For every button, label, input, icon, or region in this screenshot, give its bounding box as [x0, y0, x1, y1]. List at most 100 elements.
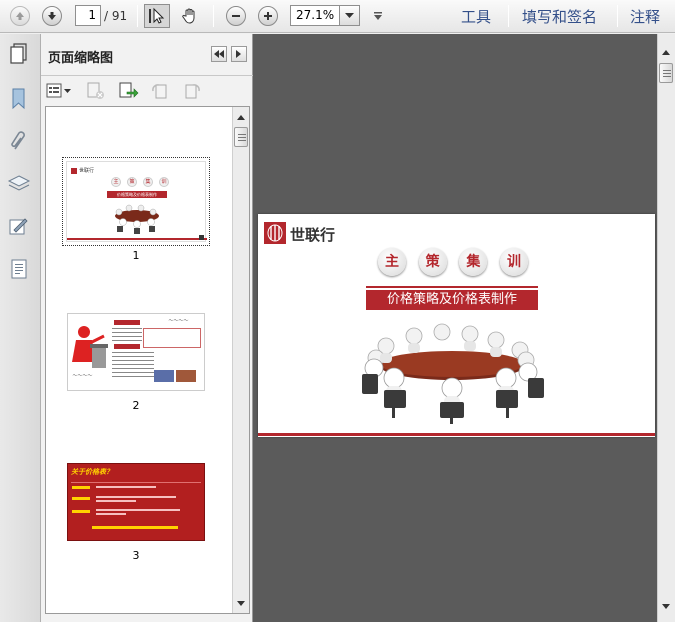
layers-button[interactable]: [6, 171, 32, 197]
signatures-button[interactable]: [6, 214, 32, 240]
rotate-left-button[interactable]: [149, 81, 171, 101]
doc-scroll-down-button[interactable]: [658, 598, 674, 614]
zoom-out-button[interactable]: [224, 4, 248, 28]
document-scrollbar[interactable]: [657, 34, 675, 622]
title-char: 主: [378, 248, 406, 276]
attachment-icon: [11, 131, 25, 150]
main-toolbar: 1 / 91 27.1% 工具 填写和签名 注释: [0, 0, 675, 33]
content-button[interactable]: [6, 256, 32, 282]
thumb-resize-handle[interactable]: [199, 235, 204, 240]
thumbnail-page-3[interactable]: 关于价格表？: [67, 463, 205, 541]
zoom-input[interactable]: 27.1%: [290, 5, 340, 26]
page-thumbnails-icon: [10, 43, 27, 64]
zoom-dropdown-button[interactable]: [340, 5, 360, 26]
slide-title: 主 策 集 训: [378, 248, 528, 278]
toolbar-options-button[interactable]: [366, 4, 390, 28]
next-page-icon: [42, 6, 62, 26]
thumb2-photo: [154, 370, 174, 382]
thumb-logo-text: 世联行: [79, 168, 95, 174]
signature-icon: [9, 218, 28, 235]
select-tool-icon: [149, 7, 165, 24]
rotate-right-icon: [185, 84, 200, 99]
list-options-icon: [46, 83, 71, 98]
select-tool-button[interactable]: [144, 4, 170, 28]
zoom-in-icon: [258, 6, 278, 26]
toolbar-separator: [508, 5, 509, 27]
meeting-table-illustration: [362, 323, 544, 424]
thumbnail-page-1[interactable]: 世联行 主 策 集 训 价格策略及价格表制作: [62, 157, 210, 246]
panel-header: 页面缩略图: [41, 34, 253, 76]
thumb-title-char: 训: [159, 177, 169, 187]
thumbnail-list: 世联行 主 策 集 训 价格策略及价格表制作 1 〜〜〜〜 〜〜〜〜 2 关于价…: [45, 106, 250, 614]
scroll-thumb[interactable]: [234, 127, 248, 147]
options-arrow-icon: [374, 12, 382, 20]
toolbar-separator: [137, 5, 138, 27]
scroll-up-button[interactable]: [233, 109, 249, 125]
arrow-up-icon: [662, 49, 670, 55]
title-char: 集: [459, 248, 488, 276]
slide-subtitle: 价格策略及价格表制作: [366, 290, 538, 310]
arrow-up-icon: [237, 114, 245, 120]
prev-page-icon: [10, 6, 30, 26]
thumbnails-panel: 页面缩略图 世联行 主 策 集 训 价格策略及价格表制作 1 〜〜〜〜 〜〜〜〜…: [41, 34, 253, 622]
hand-tool-icon: [182, 8, 195, 24]
attachments-button[interactable]: [6, 128, 32, 154]
arrow-down-icon: [662, 603, 670, 609]
current-page: 世联行 主 策 集 训 价格策略及价格表制作: [258, 214, 655, 437]
thumbnail-label: 1: [132, 249, 140, 262]
page-total-label: / 91: [104, 9, 128, 23]
bookmark-icon: [12, 88, 25, 110]
thumb2-box: [143, 328, 201, 348]
title-char: 训: [499, 248, 528, 276]
logo-text: 世联行: [290, 226, 336, 244]
logo-icon: [264, 222, 286, 244]
thumb-footer-line: [67, 238, 207, 240]
navigation-strip: [0, 34, 41, 622]
thumb2-text-block: [112, 328, 142, 344]
thumbnail-page-2[interactable]: 〜〜〜〜 〜〜〜〜: [67, 313, 205, 391]
slide-footer-line: [258, 433, 655, 436]
page-number-input[interactable]: 1: [75, 5, 101, 26]
collapse-panel-button[interactable]: [211, 46, 227, 62]
fill-sign-menu[interactable]: 填写和签名: [522, 6, 597, 27]
scroll-down-button[interactable]: [233, 595, 249, 611]
doc-scroll-thumb[interactable]: [659, 63, 673, 83]
next-page-button[interactable]: [40, 4, 64, 28]
rotate-left-icon: [152, 84, 167, 99]
thumbnail-options-button[interactable]: [46, 82, 72, 100]
double-chevron-left-icon: [214, 50, 224, 58]
delete-page-icon: [87, 82, 104, 99]
comment-menu[interactable]: 注释: [630, 6, 660, 27]
thumb3-heading: 关于价格表？: [71, 468, 113, 476]
thumb-subtitle-bar: 价格策略及价格表制作: [107, 191, 167, 198]
zoom-in-button[interactable]: [256, 4, 280, 28]
panel-title: 页面缩略图: [48, 51, 114, 66]
thumbnail-scrollbar[interactable]: [232, 107, 249, 613]
title-underline: [366, 286, 538, 288]
toolbar-separator: [213, 5, 214, 27]
meeting-illustration: [115, 204, 159, 234]
expand-panel-button[interactable]: [231, 46, 247, 62]
extract-page-icon: [119, 82, 139, 98]
logo-mark: [71, 168, 77, 174]
arrow-down-icon: [237, 600, 245, 606]
title-char: 策: [418, 248, 447, 276]
layers-icon: [7, 175, 31, 191]
panel-toolbar: [41, 77, 253, 105]
hand-tool-button[interactable]: [178, 4, 202, 28]
extract-page-button[interactable]: [117, 81, 139, 101]
toolbar-separator: [617, 5, 618, 27]
thumb2-photo: [176, 370, 196, 382]
bookmarks-button[interactable]: [6, 86, 32, 112]
page-thumbnails-button[interactable]: [6, 41, 32, 67]
rotate-right-button[interactable]: [181, 81, 203, 101]
prev-page-button[interactable]: [8, 4, 32, 28]
doc-scroll-up-button[interactable]: [658, 44, 674, 60]
thumb2-header-tag: [114, 320, 140, 325]
delete-page-button[interactable]: [85, 81, 107, 101]
document-view[interactable]: 世联行 主 策 集 训 价格策略及价格表制作: [253, 34, 657, 622]
thumb-title-char: 主: [111, 177, 121, 187]
thumbnail-label: 2: [132, 399, 140, 412]
tools-menu[interactable]: 工具: [461, 6, 491, 27]
thumb-title-char: 集: [143, 177, 153, 187]
